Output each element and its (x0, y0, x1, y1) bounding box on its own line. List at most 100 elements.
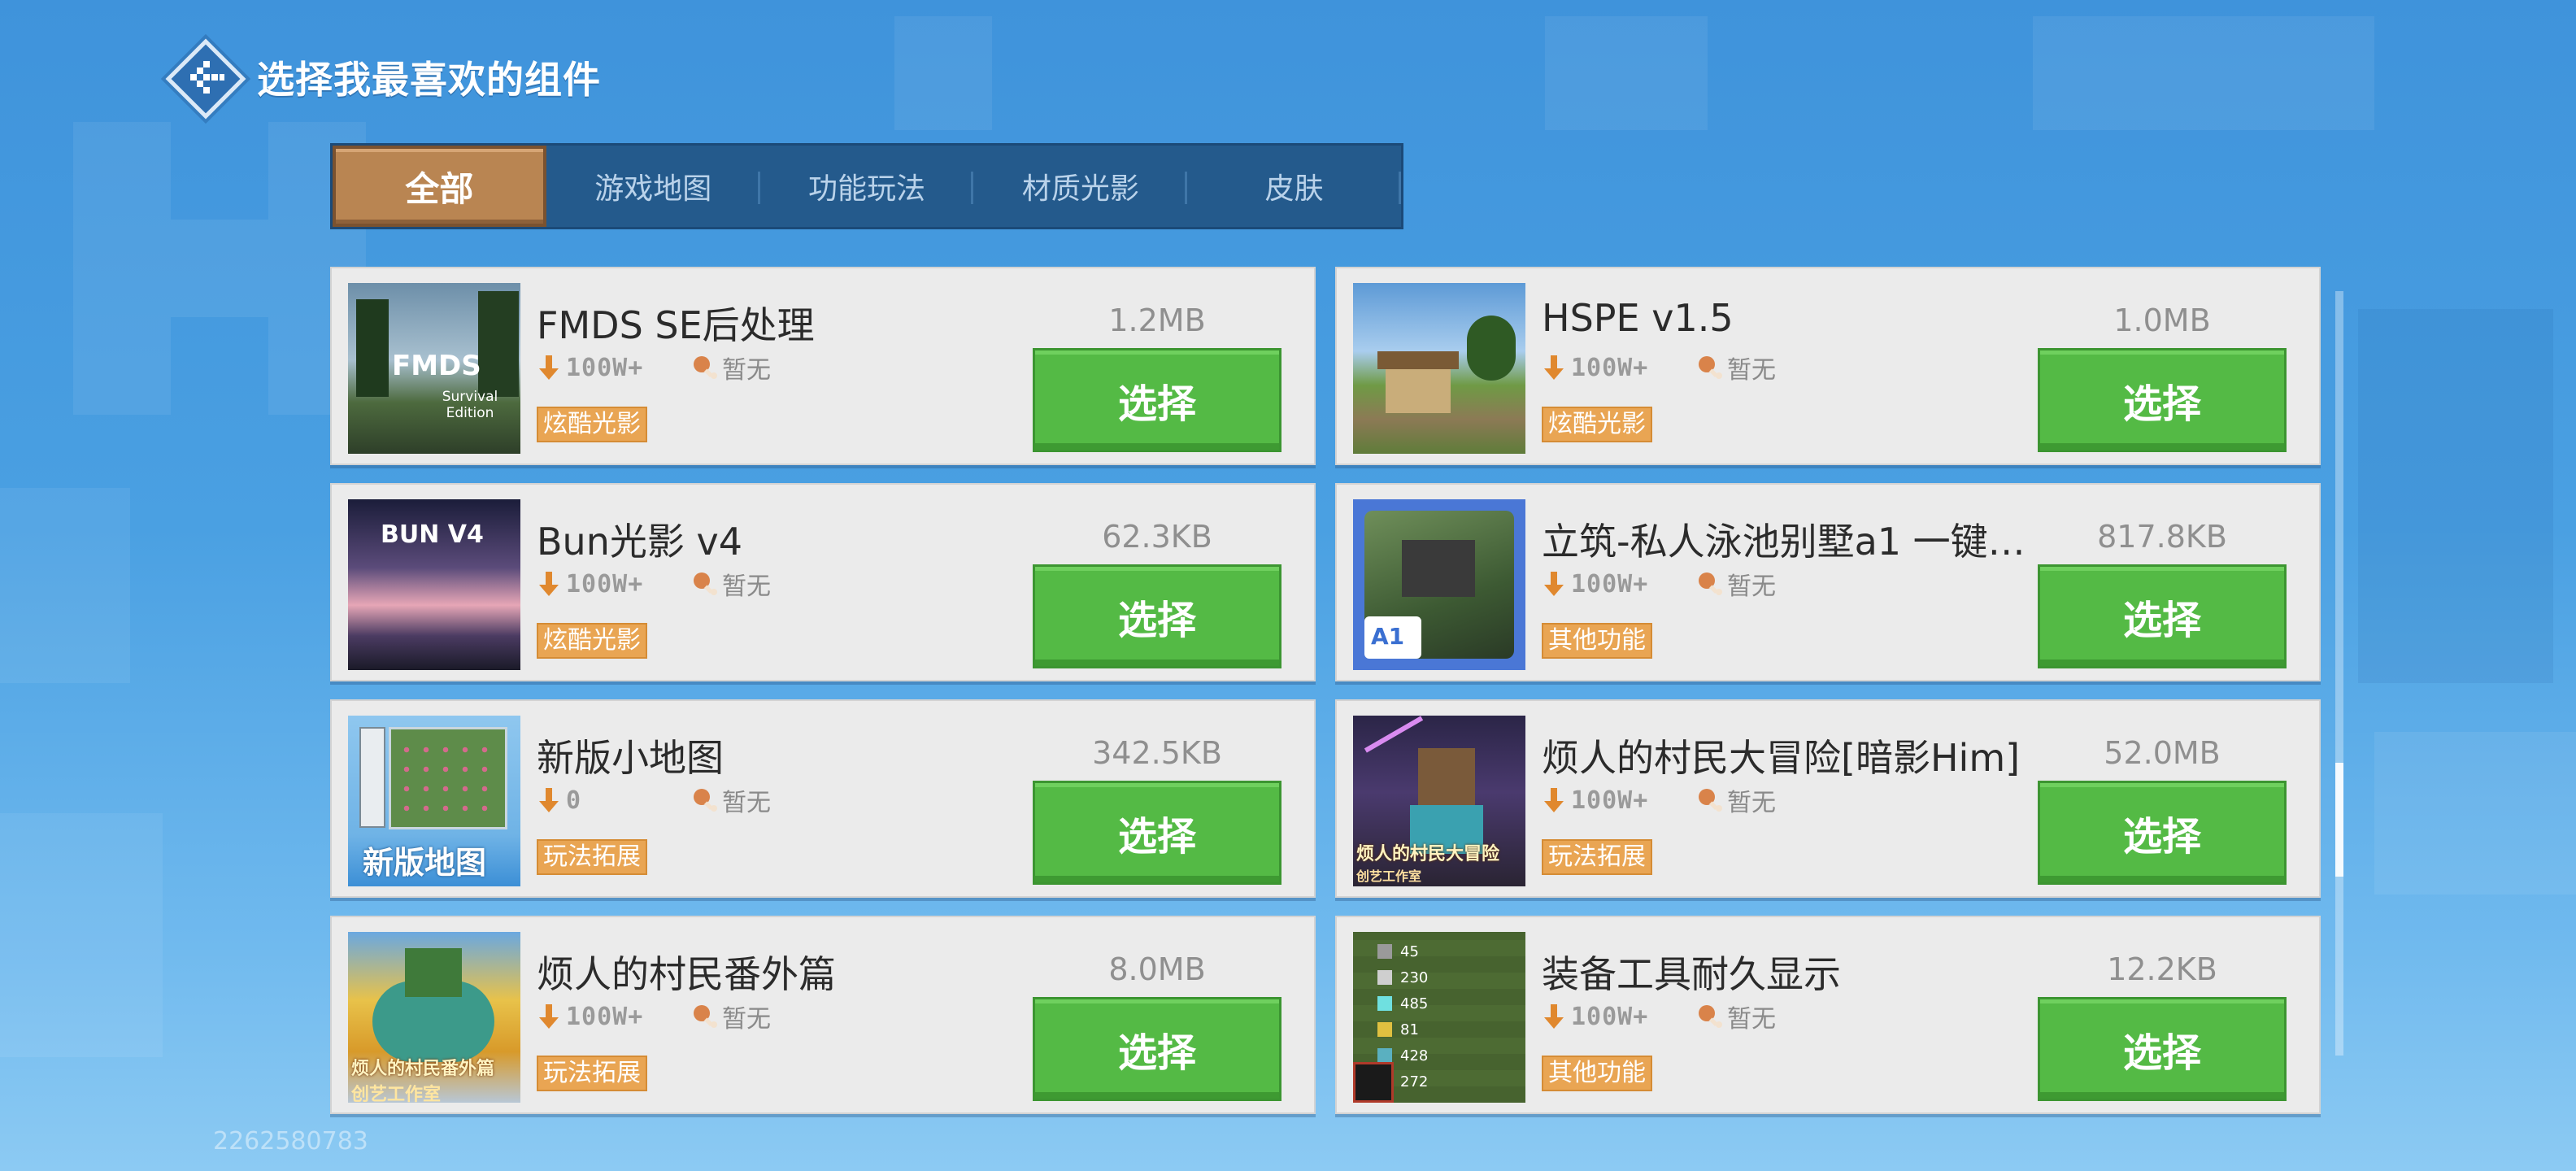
component-name: Bun光影 v4 (537, 520, 742, 564)
component-stats: 100W+ 暂无 (1542, 350, 1776, 385)
component-stats: 100W+ 暂无 (537, 999, 771, 1034)
thumbnail-subtext: 创艺工作室 (1356, 868, 1422, 884)
thumbnail-subtext: 创艺工作室 (351, 1085, 442, 1103)
bg-decoration (894, 16, 992, 130)
thumbnail-text: BUN V4 (381, 520, 484, 549)
file-size: 8.0MB (1108, 951, 1206, 987)
download-count: 100W+ (537, 570, 691, 599)
drumstick-icon (1699, 789, 1722, 812)
component-thumbnail: BUN V4 (348, 499, 520, 670)
file-size: 342.5KB (1092, 735, 1222, 771)
file-size: 62.3KB (1102, 519, 1212, 555)
download-arrow-icon (1544, 788, 1564, 812)
download-count-value: 100W+ (1571, 786, 1649, 815)
component-stats: 100W+ 暂无 (537, 568, 771, 601)
component-list[interactable]: FMDS Survival Edition FMDS SE后处理 100W+ 暂… (330, 267, 2326, 1121)
file-size: 817.8KB (2097, 519, 2227, 555)
durability-value: 428 (1400, 1047, 1429, 1064)
durability-value: 45 (1400, 942, 1419, 960)
comment-count: 暂无 (691, 999, 771, 1034)
download-arrow-icon (539, 788, 559, 812)
tab-skins[interactable]: 皮肤 (1187, 146, 1402, 227)
component-thumbnail: 烦人的村民番外篇 创艺工作室 (348, 932, 520, 1103)
durability-value: 272 (1400, 1073, 1429, 1090)
category-tab-bar: 全部 游戏地图 功能玩法 材质光影 皮肤 (330, 143, 1403, 229)
component-thumbnail: 烦人的村民大冒险 创艺工作室 (1353, 716, 1525, 886)
file-size: 1.2MB (1108, 303, 1206, 338)
tab-separator (1399, 172, 1402, 204)
download-count: 0 (537, 786, 691, 815)
component-stats: 100W+ 暂无 (1542, 999, 1776, 1034)
select-button[interactable]: 选择 (1033, 564, 1281, 668)
download-count: 100W+ (537, 1003, 691, 1031)
durability-value: 81 (1400, 1021, 1419, 1038)
component-card: BUN V4 Bun光影 v4 100W+ 暂无 炫酷光影 62.3KB 选择 (330, 483, 1316, 681)
comment-count-value: 暂无 (722, 1005, 771, 1034)
component-card: FMDS Survival Edition FMDS SE后处理 100W+ 暂… (330, 267, 1316, 465)
thumbnail-text: 新版地图 (363, 845, 487, 881)
file-size: 52.0MB (2104, 735, 2221, 771)
component-stats: 0 暂无 (537, 784, 771, 817)
bg-decoration (1545, 16, 1708, 130)
scrollbar-thumb[interactable] (2335, 763, 2343, 877)
category-tag: 玩法拓展 (1542, 839, 1652, 875)
bg-decoration (2033, 16, 2374, 130)
component-card: 烦人的村民番外篇 创艺工作室 烦人的村民番外篇 100W+ 暂无 玩法拓展 8.… (330, 916, 1316, 1114)
tab-game-maps[interactable]: 游戏地图 (546, 146, 760, 227)
component-name: HSPE v1.5 (1542, 296, 1734, 340)
list-scrollbar[interactable] (2335, 291, 2343, 1056)
component-thumbnail: FMDS Survival Edition (348, 283, 520, 454)
download-count-value: 100W+ (1571, 353, 1649, 382)
component-card: 新版地图 新版小地图 0 暂无 玩法拓展 342.5KB 选择 (330, 699, 1316, 898)
select-button[interactable]: 选择 (1033, 781, 1281, 885)
select-button[interactable]: 选择 (2038, 348, 2287, 452)
comment-count-value: 暂无 (722, 572, 771, 601)
component-name: FMDS SE后处理 (537, 303, 815, 347)
tab-textures-shaders[interactable]: 材质光影 (973, 146, 1188, 227)
durability-value: 485 (1400, 995, 1429, 1012)
tab-gameplay[interactable]: 功能玩法 (760, 146, 974, 227)
component-name: 烦人的村民番外篇 (537, 952, 836, 996)
component-name: 烦人的村民大冒险[暗影Him] (1542, 736, 2021, 780)
bg-decoration (0, 488, 130, 683)
component-stats: 100W+ 暂无 (1542, 784, 1776, 817)
download-count-value: 100W+ (1571, 569, 1649, 599)
thumbnail-text: 烦人的村民番外篇 (351, 1059, 495, 1079)
bg-decoration (73, 122, 171, 415)
category-tag: 炫酷光影 (1542, 407, 1652, 442)
drumstick-icon (694, 356, 717, 379)
drumstick-icon (1699, 572, 1722, 595)
download-count-value: 100W+ (1571, 1002, 1649, 1031)
tab-label: 游戏地图 (594, 172, 712, 206)
durability-value: 230 (1400, 969, 1429, 986)
bg-decoration (171, 220, 268, 317)
drumstick-icon (694, 572, 717, 595)
file-size: 12.2KB (2107, 951, 2217, 987)
download-count-value: 100W+ (566, 569, 644, 599)
comment-count: 暂无 (1696, 350, 1776, 385)
download-arrow-icon (1544, 572, 1564, 596)
select-button[interactable]: 选择 (2038, 997, 2287, 1101)
component-card: 45 230 485 81 428 272 装备工具耐久显示 100W+ 暂无 … (1335, 916, 2321, 1114)
select-button[interactable]: 选择 (2038, 564, 2287, 668)
component-name: 新版小地图 (537, 736, 724, 780)
thumbnail-subtext: Survival Edition (442, 389, 498, 421)
user-id-text: 2262580783 (213, 1127, 368, 1156)
comment-count: 暂无 (691, 350, 771, 385)
download-arrow-icon (1544, 355, 1564, 380)
component-card: 烦人的村民大冒险 创艺工作室 烦人的村民大冒险[暗影Him] 100W+ 暂无 … (1335, 699, 2321, 898)
component-thumbnail: 45 230 485 81 428 272 (1353, 932, 1525, 1103)
file-size: 1.0MB (2113, 303, 2211, 338)
select-button[interactable]: 选择 (1033, 348, 1281, 452)
tab-all[interactable]: 全部 (333, 146, 546, 227)
drumstick-icon (694, 789, 717, 812)
tab-label: 材质光影 (1021, 172, 1139, 206)
bg-decoration (0, 813, 163, 1057)
download-count-value: 0 (566, 786, 582, 815)
comment-count: 暂无 (1696, 999, 1776, 1034)
download-arrow-icon (539, 572, 559, 596)
select-button[interactable]: 选择 (2038, 781, 2287, 885)
drumstick-icon (1699, 1005, 1722, 1028)
select-button[interactable]: 选择 (1033, 997, 1281, 1101)
back-button[interactable] (159, 33, 249, 122)
